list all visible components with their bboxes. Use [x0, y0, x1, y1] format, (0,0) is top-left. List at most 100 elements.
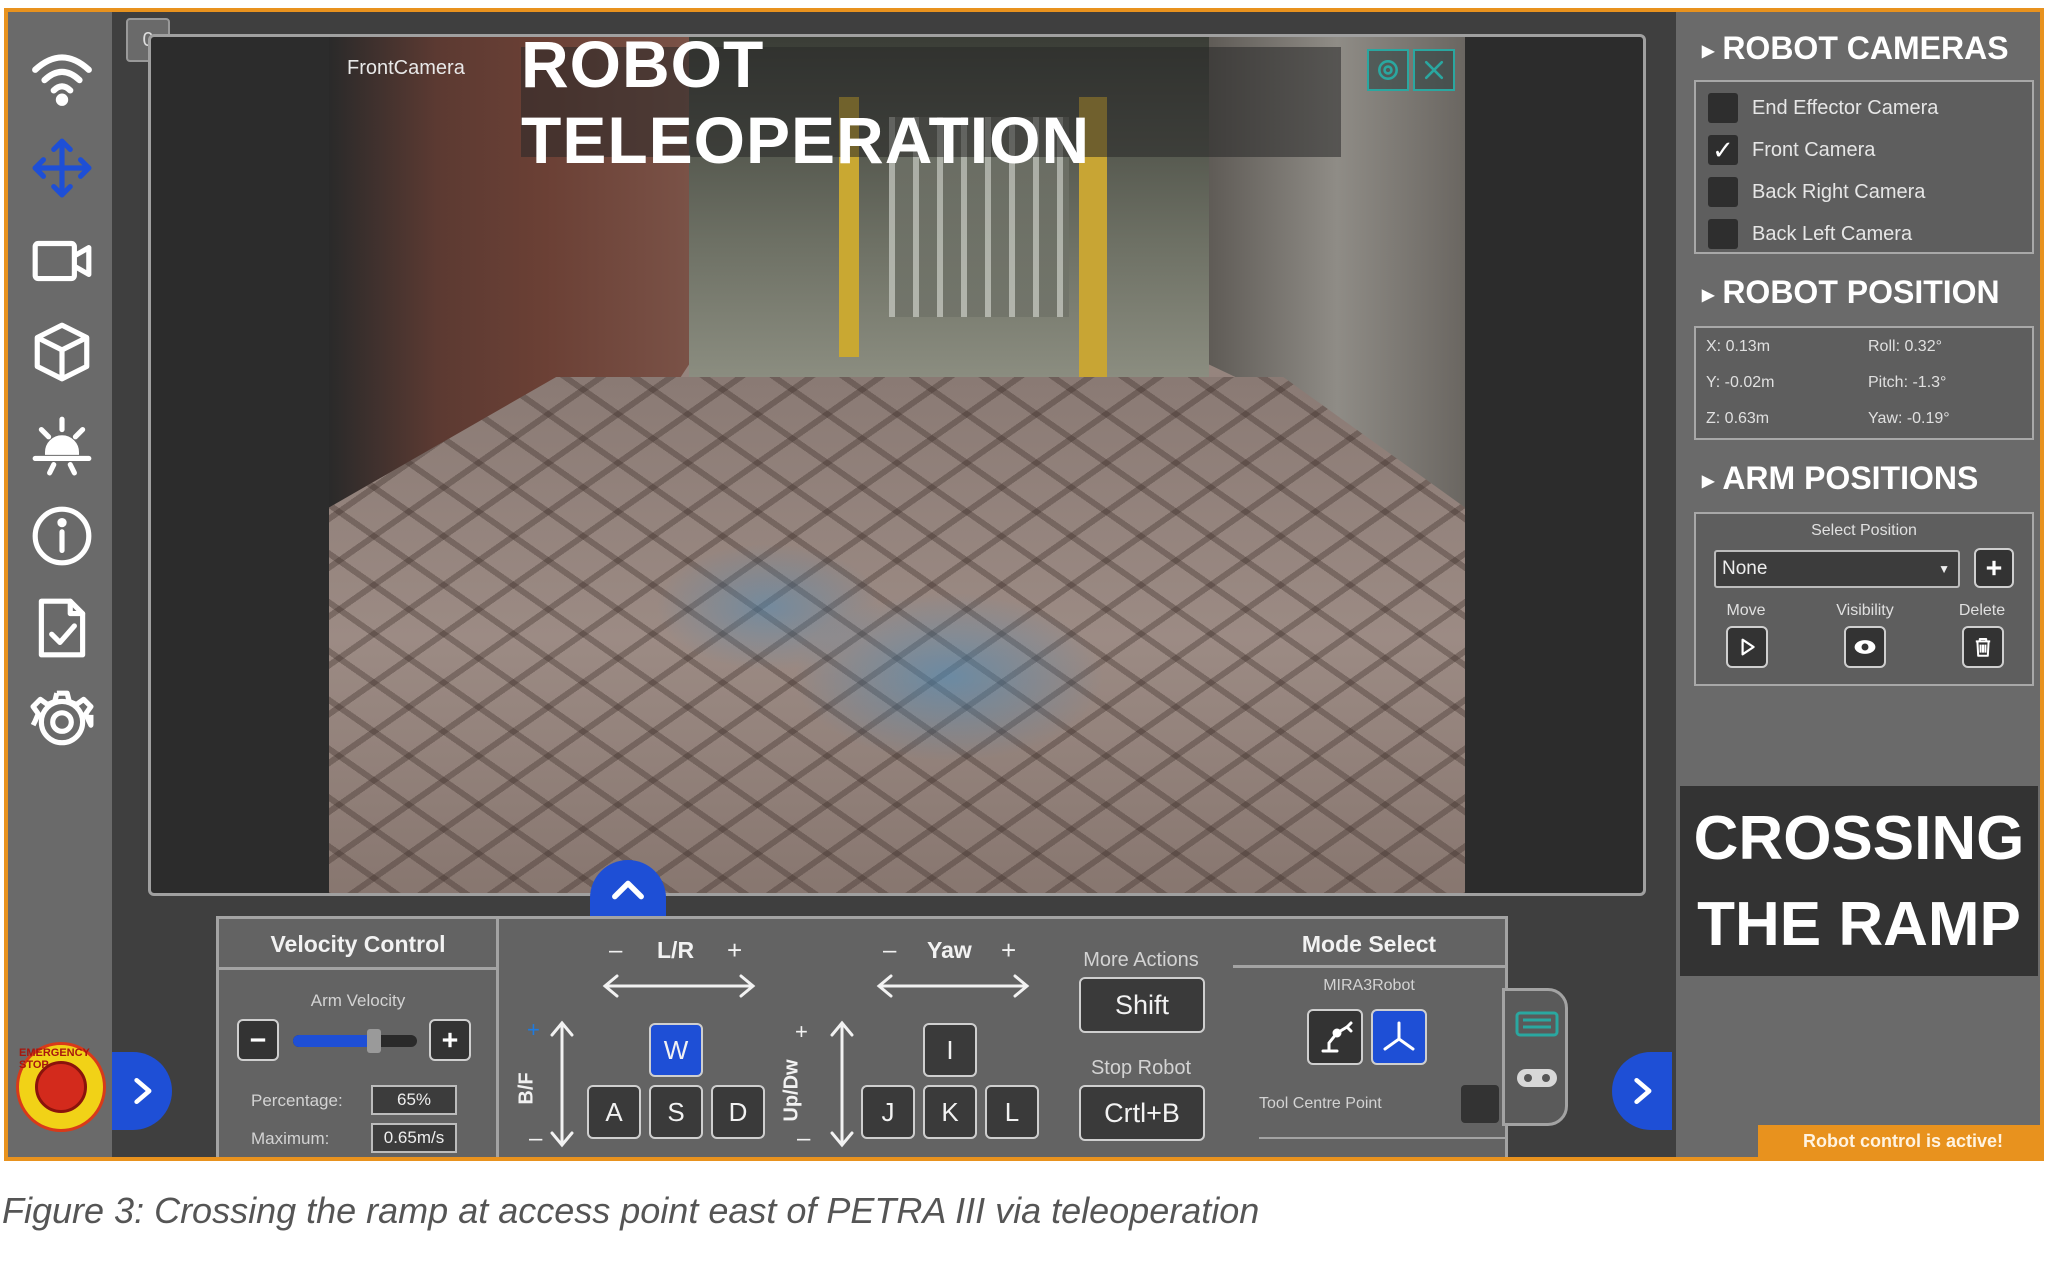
key-a[interactable]: A [587, 1085, 641, 1139]
cube-icon[interactable] [26, 316, 98, 388]
yaw-label: Yaw [927, 937, 972, 963]
updw-label: Up/Dw [780, 1059, 803, 1122]
tool-centre-point-checkbox[interactable] [1461, 1085, 1499, 1123]
robot-position-header[interactable]: ▶ ROBOT POSITION [1702, 274, 2000, 311]
banner-line-2: THE RAMP [1697, 890, 2021, 959]
wifi-icon[interactable] [26, 40, 98, 112]
shift-button[interactable]: Shift [1079, 977, 1205, 1033]
chevron-up-icon [612, 880, 644, 900]
key-d[interactable]: D [711, 1085, 765, 1139]
bf-minus-label: – [529, 1125, 543, 1152]
position-yaw: Yaw: -0.19° [1868, 410, 1950, 427]
minus-icon [250, 1038, 266, 1042]
key-i[interactable]: I [923, 1023, 977, 1077]
expand-right-button[interactable] [1612, 1052, 1672, 1130]
updw-arrow-icon [830, 1020, 854, 1148]
velocity-control-title: Velocity Control [270, 931, 446, 957]
robot-arm-icon [1321, 1021, 1353, 1053]
delete-label: Delete [1958, 602, 2006, 619]
camera-label: FrontCamera [347, 57, 465, 79]
percentage-value: 65% [371, 1085, 457, 1115]
input-device-panel [1502, 988, 1568, 1126]
lr-arrow-icon [602, 974, 756, 998]
bf-label: B/F [515, 1072, 538, 1105]
mode-select-title: Mode Select [1301, 931, 1437, 957]
checkbox[interactable] [1708, 177, 1738, 207]
select-position-dropdown[interactable]: None ▼ [1714, 550, 1960, 588]
camera-view: FrontCamera ROBOT TELEOPERATION [148, 34, 1646, 896]
bf-plus-label: + [527, 1017, 540, 1042]
lr-minus-label: – [609, 937, 623, 964]
camera-option-end-effector[interactable]: End Effector Camera [1708, 90, 1938, 126]
lr-label: L/R [657, 937, 695, 963]
velocity-slider-handle[interactable] [366, 1029, 381, 1053]
gear-icon[interactable] [26, 684, 98, 756]
light-icon[interactable] [26, 408, 98, 480]
camera-option-front[interactable]: ✓ Front Camera [1708, 132, 1875, 168]
more-actions-label: More Actions [1083, 949, 1199, 971]
position-z: Z: 0.63m [1706, 410, 1770, 427]
eye-icon [1854, 640, 1876, 654]
move-button[interactable] [1726, 626, 1768, 668]
move-arrows-icon[interactable] [26, 132, 98, 204]
yaw-minus-label: – [883, 937, 897, 964]
banner-line-1: CROSSING [1693, 804, 2025, 873]
visibility-label: Visibility [1836, 602, 1894, 619]
robot-arm-mode-button[interactable] [1307, 1009, 1363, 1065]
sidebar: EMERGENCY STOP [8, 12, 112, 1157]
arm-positions-box: Select Position None ▼ Move Visibility D… [1694, 512, 2034, 686]
key-w[interactable]: W [649, 1023, 703, 1077]
checkbox[interactable] [1708, 93, 1738, 123]
gamepad-icon[interactable] [1515, 1063, 1559, 1093]
info-icon[interactable] [26, 500, 98, 572]
key-s[interactable]: S [649, 1085, 703, 1139]
robot-name-label: MIRA3Robot [1323, 977, 1415, 994]
camera-option-back-left[interactable]: Back Left Camera [1708, 216, 1912, 252]
maximum-value: 0.65m/s [371, 1123, 457, 1153]
checkbox[interactable] [1708, 219, 1738, 249]
robot-position-box: X: 0.13m Y: -0.02m Z: 0.63m Roll: 0.32° … [1694, 326, 2034, 440]
yaw-plus-label: + [1001, 935, 1017, 965]
emergency-stop-button[interactable]: EMERGENCY STOP [16, 1042, 106, 1132]
chevron-right-icon [134, 1077, 152, 1105]
chevron-down-icon: ▼ [1938, 562, 1950, 576]
position-x: X: 0.13m [1706, 338, 1771, 355]
velocity-slider[interactable] [293, 1029, 417, 1053]
keyboard-icon[interactable] [1515, 1009, 1559, 1039]
scene-banner: CROSSING THE RAMP [1680, 786, 2038, 976]
position-y: Y: -0.02m [1706, 374, 1775, 391]
key-j[interactable]: J [861, 1085, 915, 1139]
select-position-label: Select Position [1811, 522, 1917, 539]
expand-left-button[interactable] [112, 1052, 172, 1130]
checklist-icon[interactable] [26, 592, 98, 664]
stop-robot-label: Stop Robot [1090, 1057, 1192, 1079]
right-panel: ▶ ROBOT CAMERAS End Effector Camera ✓ Fron… [1676, 12, 2040, 1157]
arm-positions-header[interactable]: ▶ ARM POSITIONS [1702, 460, 1978, 497]
plus-icon [1986, 560, 2002, 576]
visibility-button[interactable] [1844, 626, 1886, 668]
decrease-velocity-button[interactable] [237, 1019, 279, 1061]
add-position-button[interactable] [1974, 548, 2014, 588]
camera-list: End Effector Camera ✓ Front Camera Back R… [1694, 80, 2034, 254]
gear-icon [1378, 60, 1398, 80]
robot-cameras-header[interactable]: ▶ ROBOT CAMERAS [1702, 30, 2009, 67]
axes-icon [1383, 1021, 1415, 1051]
axis-mode-button[interactable] [1371, 1009, 1427, 1065]
position-roll: Roll: 0.32° [1868, 338, 1942, 355]
plus-icon [442, 1032, 458, 1048]
updw-minus-label: – [797, 1125, 811, 1152]
key-l[interactable]: L [985, 1085, 1039, 1139]
stop-robot-button[interactable]: Crtl+B [1079, 1085, 1205, 1141]
increase-velocity-button[interactable] [429, 1019, 471, 1061]
camera-option-back-right[interactable]: Back Right Camera [1708, 174, 1925, 210]
checkbox-checked[interactable]: ✓ [1708, 135, 1738, 165]
close-icon [1424, 60, 1444, 80]
keyboard-control-panel: – L/R + + B/F – W A S D – Yaw + + Up/Dw … [496, 916, 1508, 1157]
camera-close-button[interactable] [1413, 49, 1455, 91]
camera-settings-button[interactable] [1367, 49, 1409, 91]
video-camera-icon[interactable] [26, 224, 98, 296]
position-pitch: Pitch: -1.3° [1868, 374, 1947, 391]
delete-button[interactable] [1962, 626, 2004, 668]
trash-icon [1975, 638, 1991, 657]
key-k[interactable]: K [923, 1085, 977, 1139]
